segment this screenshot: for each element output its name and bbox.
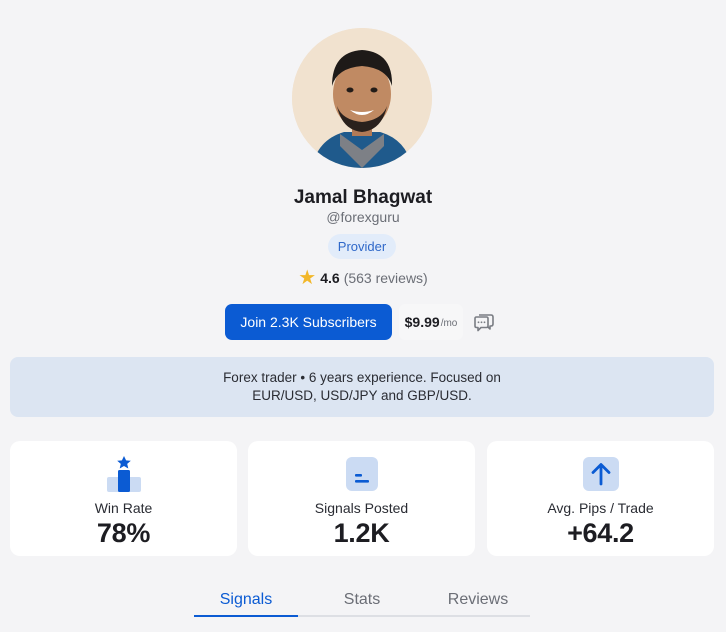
bio-line-2: EUR/USD, USD/JPY and GBP/USD. [252, 388, 472, 403]
stat-card-win-rate: Win Rate 78% [10, 441, 237, 556]
podium-star-icon [106, 455, 142, 492]
avatar[interactable] [292, 28, 432, 168]
signals-icon [345, 455, 378, 492]
rating-score: 4.6 [320, 270, 340, 286]
tab-stats[interactable]: Stats [298, 587, 426, 615]
price-amount: $9.99 [404, 314, 440, 330]
stat-value: 78% [96, 518, 151, 548]
tab-signals[interactable]: Signals [194, 587, 298, 617]
profile-tabs: Signals Stats Reviews [194, 587, 530, 617]
star-icon: ★ [298, 267, 317, 289]
stat-label: Win Rate [94, 500, 153, 516]
rating-row: ★ 4.6 (563 reviews) [0, 268, 726, 288]
stat-card-signals-posted: Signals Posted 1.2K [248, 441, 475, 556]
provider-badge: Provider [328, 234, 396, 259]
message-button[interactable] [469, 306, 499, 338]
tab-reviews[interactable]: Reviews [426, 587, 530, 615]
bio-box: Forex trader • 6 years experience. Focus… [10, 357, 714, 417]
arrow-up-icon [582, 455, 619, 492]
stat-label: Avg. Pips / Trade [547, 500, 654, 516]
reviews-count[interactable]: (563 reviews) [344, 270, 428, 286]
stat-value: 1.2K [333, 518, 390, 548]
price-period: /mo [440, 318, 458, 329]
bio-line-1: Forex trader • 6 years experience. Focus… [223, 370, 501, 385]
join-subscribers-button[interactable]: Join 2.3K Subscribers [225, 304, 392, 340]
profile-name: Jamal Bhagwat [293, 187, 433, 208]
stat-card-avg-pips: Avg. Pips / Trade +64.2 [487, 441, 714, 556]
price-tag: $9.99 /mo [399, 304, 463, 340]
stat-label: Signals Posted [314, 500, 409, 516]
profile-handle: @forexguru [326, 209, 400, 225]
stat-value: +64.2 [567, 518, 634, 548]
chat-bubbles-icon [474, 314, 494, 332]
